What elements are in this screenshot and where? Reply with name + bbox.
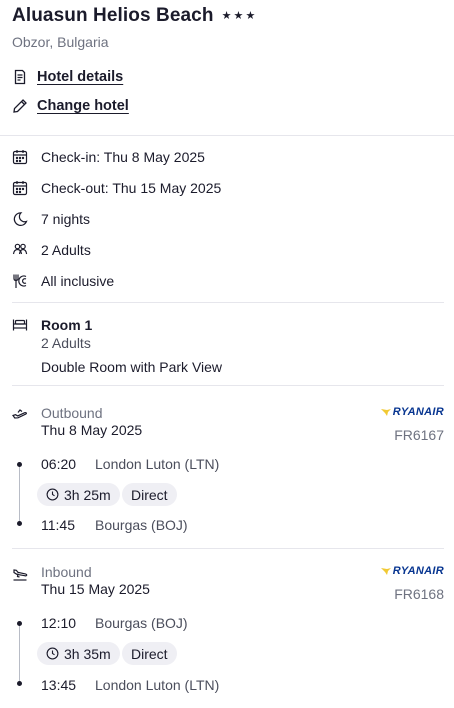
checkin-row: Check-in: Thu 8 May 2025	[12, 147, 205, 167]
scroll-fade	[0, 694, 454, 708]
star-rating: ★ ★ ★	[221, 9, 256, 22]
arrival-time: 11:45	[41, 517, 75, 533]
checkin-text: Check-in: Thu 8 May 2025	[41, 149, 205, 165]
duration-badge: 3h 35m	[37, 642, 120, 665]
timeline-dot	[17, 462, 22, 467]
clock-icon	[46, 488, 59, 501]
people-icon	[12, 242, 28, 258]
timeline-dot	[17, 521, 22, 526]
flight-number: FR6168	[394, 586, 444, 602]
room-guests: 2 Adults	[41, 335, 91, 351]
star-icon: ★	[245, 9, 256, 22]
stops-text: Direct	[131, 645, 168, 662]
divider	[0, 135, 454, 136]
inbound-direction: Inbound	[41, 564, 92, 580]
hotel-details-link[interactable]: Hotel details	[12, 67, 123, 87]
room-title: Room 1	[41, 317, 93, 333]
clock-icon	[46, 647, 59, 660]
ryanair-harp-icon	[380, 409, 391, 416]
checkout-row: Check-out: Thu 15 May 2025	[12, 178, 221, 198]
arrival-time: 13:45	[41, 677, 77, 693]
stops-badge: Direct	[122, 642, 177, 665]
outbound-direction: Outbound	[41, 405, 103, 421]
hotel-header: Aluasun Helios Beach ★ ★ ★ Obzor, Bulgar…	[12, 5, 442, 50]
arrival-airport: London Luton (LTN)	[95, 677, 220, 693]
divider	[12, 302, 444, 303]
departure-time: 06:20	[41, 456, 77, 472]
airline-logo: RYANAIR	[380, 565, 444, 577]
divider	[12, 548, 444, 549]
moon-icon	[12, 211, 28, 227]
stops-badge: Direct	[122, 483, 177, 506]
outbound-date: Thu 8 May 2025	[41, 422, 143, 438]
bed-icon	[12, 317, 28, 333]
duration-text: 3h 35m	[64, 645, 111, 662]
duration-text: 3h 25m	[64, 486, 111, 503]
hotel-location: Obzor, Bulgaria	[12, 34, 109, 50]
plane-landing-icon	[12, 566, 28, 582]
timeline-line	[19, 463, 20, 523]
cutlery-icon	[12, 273, 28, 289]
timeline-dot	[17, 621, 22, 626]
guests-row: 2 Adults	[12, 240, 91, 260]
duration-badge: 3h 25m	[37, 483, 120, 506]
airline-name: RYANAIR	[392, 406, 444, 418]
airline-logo: RYANAIR	[380, 406, 444, 418]
pencil-icon	[12, 98, 28, 114]
inbound-date: Thu 15 May 2025	[41, 581, 150, 597]
hotel-name: Aluasun Helios Beach	[12, 5, 214, 26]
ryanair-harp-icon	[380, 568, 391, 575]
star-icon: ★	[221, 9, 232, 22]
calendar-icon	[12, 149, 28, 165]
departure-time: 12:10	[41, 615, 77, 631]
change-hotel-label: Change hotel	[37, 98, 129, 114]
inbound-flight: Inbound Thu 15 May 2025 RYANAIR FR6168 1…	[0, 564, 454, 708]
flight-number: FR6167	[394, 427, 444, 443]
calendar-icon	[12, 180, 28, 196]
airline-name: RYANAIR	[392, 565, 444, 577]
departure-airport: Bourgas (BOJ)	[95, 615, 188, 631]
change-hotel-link[interactable]: Change hotel	[12, 96, 129, 116]
arrival-airport: Bourgas (BOJ)	[95, 517, 188, 533]
checkout-text: Check-out: Thu 15 May 2025	[41, 180, 222, 196]
hotel-details-label: Hotel details	[37, 69, 124, 85]
star-icon: ★	[233, 9, 244, 22]
stops-text: Direct	[131, 486, 168, 503]
nights-row: 7 nights	[12, 209, 90, 229]
document-icon	[12, 69, 28, 85]
departure-airport: London Luton (LTN)	[95, 456, 220, 472]
board-text: All inclusive	[41, 273, 115, 289]
hotel-title: Aluasun Helios Beach ★ ★ ★	[12, 5, 442, 27]
room-type: Double Room with Park View	[41, 359, 223, 375]
timeline-dot	[17, 681, 22, 686]
outbound-flight: Outbound Thu 8 May 2025 RYANAIR FR6167 0…	[0, 405, 454, 545]
divider	[12, 385, 444, 386]
timeline-line	[19, 622, 20, 684]
nights-text: 7 nights	[41, 211, 91, 227]
plane-takeoff-icon	[12, 406, 28, 422]
guests-text: 2 Adults	[41, 242, 91, 258]
board-row: All inclusive	[12, 271, 114, 291]
